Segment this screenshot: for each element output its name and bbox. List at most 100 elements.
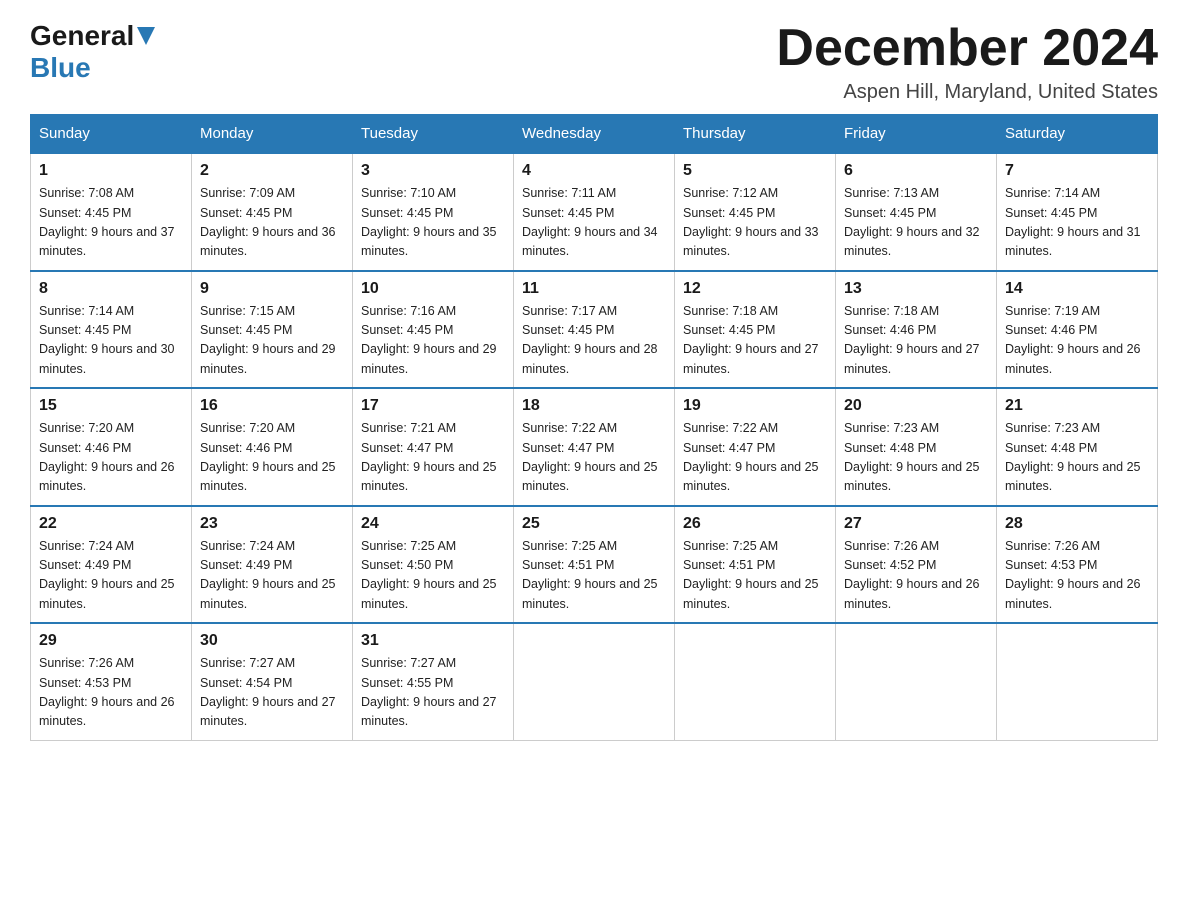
day-cell: 10 Sunrise: 7:16 AMSunset: 4:45 PMDaylig… (353, 271, 514, 389)
day-info: Sunrise: 7:26 AMSunset: 4:53 PMDaylight:… (1005, 539, 1141, 611)
day-number: 13 (844, 280, 988, 298)
day-number: 1 (39, 162, 183, 180)
day-number: 28 (1005, 515, 1149, 533)
day-cell: 2 Sunrise: 7:09 AMSunset: 4:45 PMDayligh… (192, 153, 353, 271)
day-cell: 7 Sunrise: 7:14 AMSunset: 4:45 PMDayligh… (997, 153, 1158, 271)
page-header: General Blue December 2024 Aspen Hill, M… (30, 20, 1158, 104)
day-info: Sunrise: 7:20 AMSunset: 4:46 PMDaylight:… (39, 421, 175, 493)
day-number: 22 (39, 515, 183, 533)
day-info: Sunrise: 7:21 AMSunset: 4:47 PMDaylight:… (361, 421, 497, 493)
day-info: Sunrise: 7:18 AMSunset: 4:46 PMDaylight:… (844, 304, 980, 376)
day-cell: 1 Sunrise: 7:08 AMSunset: 4:45 PMDayligh… (31, 153, 192, 271)
logo-general-text: General (30, 20, 134, 52)
day-info: Sunrise: 7:27 AMSunset: 4:55 PMDaylight:… (361, 656, 497, 728)
day-cell: 11 Sunrise: 7:17 AMSunset: 4:45 PMDaylig… (514, 271, 675, 389)
week-row-2: 8 Sunrise: 7:14 AMSunset: 4:45 PMDayligh… (31, 271, 1158, 389)
day-info: Sunrise: 7:23 AMSunset: 4:48 PMDaylight:… (844, 421, 980, 493)
day-number: 14 (1005, 280, 1149, 298)
day-number: 12 (683, 280, 827, 298)
logo-blue-text: Blue (30, 52, 91, 83)
day-info: Sunrise: 7:18 AMSunset: 4:45 PMDaylight:… (683, 304, 819, 376)
day-number: 4 (522, 162, 666, 180)
day-info: Sunrise: 7:09 AMSunset: 4:45 PMDaylight:… (200, 186, 336, 258)
day-info: Sunrise: 7:27 AMSunset: 4:54 PMDaylight:… (200, 656, 336, 728)
col-header-tuesday: Tuesday (353, 115, 514, 154)
day-number: 2 (200, 162, 344, 180)
col-header-saturday: Saturday (997, 115, 1158, 154)
day-info: Sunrise: 7:24 AMSunset: 4:49 PMDaylight:… (200, 539, 336, 611)
day-number: 10 (361, 280, 505, 298)
day-cell: 29 Sunrise: 7:26 AMSunset: 4:53 PMDaylig… (31, 623, 192, 740)
day-info: Sunrise: 7:16 AMSunset: 4:45 PMDaylight:… (361, 304, 497, 376)
day-cell: 28 Sunrise: 7:26 AMSunset: 4:53 PMDaylig… (997, 506, 1158, 624)
day-number: 29 (39, 632, 183, 650)
day-number: 19 (683, 397, 827, 415)
col-header-friday: Friday (836, 115, 997, 154)
week-row-5: 29 Sunrise: 7:26 AMSunset: 4:53 PMDaylig… (31, 623, 1158, 740)
day-info: Sunrise: 7:25 AMSunset: 4:51 PMDaylight:… (683, 539, 819, 611)
day-info: Sunrise: 7:26 AMSunset: 4:52 PMDaylight:… (844, 539, 980, 611)
day-cell: 20 Sunrise: 7:23 AMSunset: 4:48 PMDaylig… (836, 388, 997, 506)
day-cell: 16 Sunrise: 7:20 AMSunset: 4:46 PMDaylig… (192, 388, 353, 506)
day-number: 3 (361, 162, 505, 180)
day-cell: 23 Sunrise: 7:24 AMSunset: 4:49 PMDaylig… (192, 506, 353, 624)
day-cell: 4 Sunrise: 7:11 AMSunset: 4:45 PMDayligh… (514, 153, 675, 271)
day-info: Sunrise: 7:14 AMSunset: 4:45 PMDaylight:… (1005, 186, 1141, 258)
day-number: 23 (200, 515, 344, 533)
day-number: 31 (361, 632, 505, 650)
col-header-monday: Monday (192, 115, 353, 154)
day-cell: 25 Sunrise: 7:25 AMSunset: 4:51 PMDaylig… (514, 506, 675, 624)
day-info: Sunrise: 7:22 AMSunset: 4:47 PMDaylight:… (683, 421, 819, 493)
day-info: Sunrise: 7:22 AMSunset: 4:47 PMDaylight:… (522, 421, 658, 493)
day-number: 21 (1005, 397, 1149, 415)
day-number: 15 (39, 397, 183, 415)
day-cell: 8 Sunrise: 7:14 AMSunset: 4:45 PMDayligh… (31, 271, 192, 389)
day-info: Sunrise: 7:23 AMSunset: 4:48 PMDaylight:… (1005, 421, 1141, 493)
day-info: Sunrise: 7:24 AMSunset: 4:49 PMDaylight:… (39, 539, 175, 611)
day-number: 24 (361, 515, 505, 533)
week-row-3: 15 Sunrise: 7:20 AMSunset: 4:46 PMDaylig… (31, 388, 1158, 506)
day-number: 8 (39, 280, 183, 298)
day-info: Sunrise: 7:20 AMSunset: 4:46 PMDaylight:… (200, 421, 336, 493)
day-info: Sunrise: 7:25 AMSunset: 4:51 PMDaylight:… (522, 539, 658, 611)
day-number: 26 (683, 515, 827, 533)
day-cell: 17 Sunrise: 7:21 AMSunset: 4:47 PMDaylig… (353, 388, 514, 506)
day-info: Sunrise: 7:08 AMSunset: 4:45 PMDaylight:… (39, 186, 175, 258)
day-cell: 19 Sunrise: 7:22 AMSunset: 4:47 PMDaylig… (675, 388, 836, 506)
day-cell: 3 Sunrise: 7:10 AMSunset: 4:45 PMDayligh… (353, 153, 514, 271)
day-number: 17 (361, 397, 505, 415)
day-info: Sunrise: 7:11 AMSunset: 4:45 PMDaylight:… (522, 186, 658, 258)
day-cell (675, 623, 836, 740)
day-cell: 9 Sunrise: 7:15 AMSunset: 4:45 PMDayligh… (192, 271, 353, 389)
day-info: Sunrise: 7:10 AMSunset: 4:45 PMDaylight:… (361, 186, 497, 258)
day-cell: 22 Sunrise: 7:24 AMSunset: 4:49 PMDaylig… (31, 506, 192, 624)
day-info: Sunrise: 7:15 AMSunset: 4:45 PMDaylight:… (200, 304, 336, 376)
day-cell: 31 Sunrise: 7:27 AMSunset: 4:55 PMDaylig… (353, 623, 514, 740)
day-info: Sunrise: 7:14 AMSunset: 4:45 PMDaylight:… (39, 304, 175, 376)
day-cell: 15 Sunrise: 7:20 AMSunset: 4:46 PMDaylig… (31, 388, 192, 506)
location-title: Aspen Hill, Maryland, United States (776, 81, 1158, 104)
day-number: 7 (1005, 162, 1149, 180)
week-row-4: 22 Sunrise: 7:24 AMSunset: 4:49 PMDaylig… (31, 506, 1158, 624)
day-number: 20 (844, 397, 988, 415)
day-cell (997, 623, 1158, 740)
day-number: 16 (200, 397, 344, 415)
day-number: 18 (522, 397, 666, 415)
day-cell: 27 Sunrise: 7:26 AMSunset: 4:52 PMDaylig… (836, 506, 997, 624)
day-info: Sunrise: 7:25 AMSunset: 4:50 PMDaylight:… (361, 539, 497, 611)
day-number: 6 (844, 162, 988, 180)
day-number: 30 (200, 632, 344, 650)
day-cell: 26 Sunrise: 7:25 AMSunset: 4:51 PMDaylig… (675, 506, 836, 624)
day-info: Sunrise: 7:19 AMSunset: 4:46 PMDaylight:… (1005, 304, 1141, 376)
day-number: 5 (683, 162, 827, 180)
day-cell: 12 Sunrise: 7:18 AMSunset: 4:45 PMDaylig… (675, 271, 836, 389)
day-cell: 18 Sunrise: 7:22 AMSunset: 4:47 PMDaylig… (514, 388, 675, 506)
col-header-thursday: Thursday (675, 115, 836, 154)
day-cell (836, 623, 997, 740)
day-cell: 24 Sunrise: 7:25 AMSunset: 4:50 PMDaylig… (353, 506, 514, 624)
day-cell: 14 Sunrise: 7:19 AMSunset: 4:46 PMDaylig… (997, 271, 1158, 389)
day-number: 9 (200, 280, 344, 298)
day-cell: 6 Sunrise: 7:13 AMSunset: 4:45 PMDayligh… (836, 153, 997, 271)
day-number: 27 (844, 515, 988, 533)
day-cell: 5 Sunrise: 7:12 AMSunset: 4:45 PMDayligh… (675, 153, 836, 271)
